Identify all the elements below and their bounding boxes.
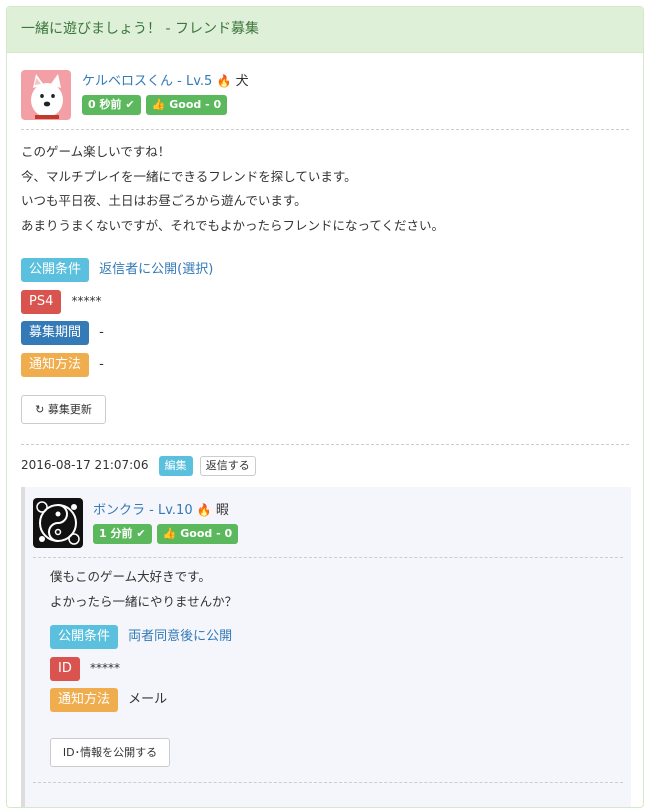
thumbs-up-icon: 👍	[151, 98, 166, 111]
notify-label: 通知方法	[21, 353, 90, 377]
reply-user-avatar[interactable]	[33, 498, 83, 548]
reply-visibility-row: 公開条件 両者同意後に公開	[50, 625, 232, 649]
reply-block: ボンクラ - Lv.10 🔥 暇 1 分前 ✔ 👍 Good - 0 僕もこのゲ…	[21, 487, 631, 807]
user-nickname: 犬	[235, 74, 249, 89]
refresh-icon: ↻	[35, 403, 45, 416]
reply-id-label: ID	[50, 657, 80, 681]
check-icon: ✔	[125, 98, 135, 111]
reply-id-row: ID *****	[50, 657, 120, 681]
visibility-link[interactable]: 返信者に公開(選択)	[99, 262, 213, 277]
reply-visibility-label: 公開条件	[50, 625, 119, 649]
fire-icon: 🔥	[216, 74, 232, 88]
page-title: 一緒に遊びましょう！ - フレンド募集	[7, 7, 643, 53]
period-row: 募集期間 -	[21, 321, 104, 345]
platform-value: *****	[71, 294, 102, 308]
post-timestamp: 2016-08-17 21:07:06	[21, 458, 149, 472]
reply-notify-row: 通知方法 メール	[50, 688, 167, 712]
reply-time-badge: 1 分前 ✔	[93, 524, 152, 544]
reply-button[interactable]: 返信する	[199, 456, 256, 476]
refresh-button[interactable]: ↻ 募集更新	[21, 395, 106, 424]
reply-user-nickname: 暇	[215, 503, 229, 518]
post-line: 今、マルチプレイを一緒にできるフレンドを探しています。	[21, 168, 357, 184]
notify-row: 通知方法 -	[21, 353, 104, 377]
reply-visibility-link[interactable]: 両者同意後に公開	[128, 629, 232, 644]
visibility-label: 公開条件	[21, 258, 90, 282]
reply-notify-label: 通知方法	[50, 688, 119, 712]
platform-label: PS4	[21, 290, 62, 314]
reveal-info-button[interactable]: ID･情報を公開する	[50, 738, 170, 767]
reply-line: 僕もこのゲーム大好きです。	[50, 569, 211, 584]
post-line: このゲーム楽しいですね！	[21, 144, 171, 159]
reply-body: 僕もこのゲーム大好きです。 よかったら一緒にやりませんか？	[50, 565, 610, 614]
reply-meta-row: 2016-08-17 21:07:06 編集 返信する	[21, 456, 256, 476]
time-badge: 0 秒前 ✔	[82, 95, 141, 115]
post-line: いつも平日夜、土日はお昼ごろから遊んでいます。	[21, 193, 307, 208]
platform-row: PS4 *****	[21, 290, 102, 314]
divider	[33, 782, 623, 783]
reply-badge-row: 1 分前 ✔ 👍 Good - 0	[93, 524, 239, 544]
user-name-link[interactable]: ケルベロスくん - Lv.5	[82, 74, 212, 89]
divider	[21, 444, 629, 445]
recruit-panel: 一緒に遊びましょう！ - フレンド募集 ケルベロスくん - Lv.5 🔥 犬 0…	[6, 6, 644, 808]
good-button[interactable]: 👍 Good - 0	[145, 95, 228, 115]
notify-value: -	[99, 357, 104, 372]
reply-user-name-link[interactable]: ボンクラ - Lv.10	[93, 503, 193, 518]
reply-id-value: *****	[90, 661, 120, 675]
thumbs-up-icon: 👍	[162, 527, 177, 540]
badge-row: 0 秒前 ✔ 👍 Good - 0	[82, 95, 228, 115]
reply-line: よかったら一緒にやりませんか？	[50, 593, 238, 609]
reply-good-button[interactable]: 👍 Good - 0	[156, 524, 239, 544]
check-icon: ✔	[136, 527, 146, 540]
edit-button[interactable]: 編集	[158, 456, 193, 476]
user-avatar[interactable]	[21, 70, 71, 120]
visibility-row: 公開条件 返信者に公開(選択)	[21, 258, 213, 282]
post-line: あまりうまくないですが、それでもよかったらフレンドになってください。	[21, 217, 445, 233]
post-body: このゲーム楽しいですね！ 今、マルチプレイを一緒にできるフレンドを探しています。…	[21, 140, 621, 238]
divider	[21, 129, 629, 130]
reply-notify-value: メール	[128, 692, 168, 707]
period-value: -	[99, 325, 104, 340]
user-line: ケルベロスくん - Lv.5 🔥 犬	[82, 70, 249, 89]
divider	[33, 557, 623, 558]
reply-user-line: ボンクラ - Lv.10 🔥 暇	[93, 499, 229, 518]
period-label: 募集期間	[21, 321, 90, 345]
fire-icon: 🔥	[196, 503, 212, 517]
